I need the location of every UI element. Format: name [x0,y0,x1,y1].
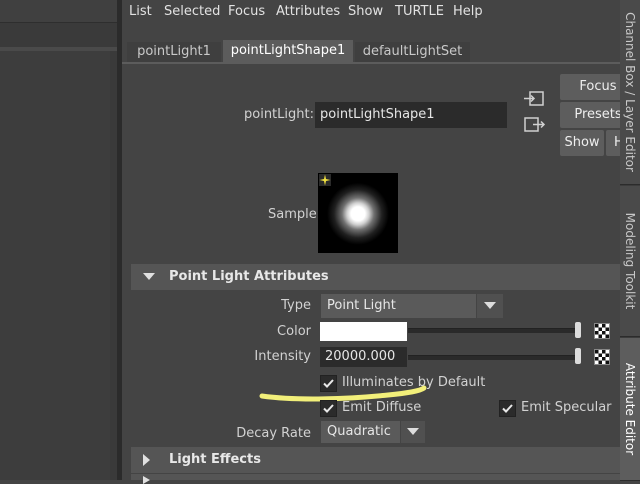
node-type-label: pointLight: [244,107,314,122]
intensity-field[interactable]: 20000.000 [320,347,407,367]
menu-selected[interactable]: Selected [164,4,220,19]
color-slider-handle[interactable] [575,322,581,338]
illuminates-by-default-checkbox[interactable] [320,375,337,392]
node-name-field[interactable]: pointLightShape1 [315,102,507,128]
tab-underline [122,62,620,64]
menu-show[interactable]: Show [348,4,383,19]
tab-modeling-toolkit-label: Modeling Toolkit [623,212,637,310]
viewport-pane[interactable] [0,51,110,480]
intensity-map-button-icon[interactable] [594,349,610,365]
section-title: Light Effects [169,452,261,467]
load-attributes-icon[interactable] [522,90,546,108]
type-label: Type [281,298,311,313]
type-dropdown[interactable]: Point Light [321,294,503,318]
chevron-down-icon [476,294,503,318]
emit-specular-checkbox[interactable] [499,400,516,417]
menu-list[interactable]: List [129,4,152,19]
section-light-effects[interactable]: Light Effects [131,447,620,473]
viewport-toolbar [0,0,117,23]
color-label: Color [277,324,311,339]
intensity-slider-track[interactable] [408,355,580,360]
color-slider-track[interactable] [408,328,580,333]
tab-defaultlightset[interactable]: defaultLightSet [355,42,470,62]
show-button[interactable]: Show [560,130,604,156]
collapse-triangle-icon [143,273,155,280]
tab-channel-box-label: Channel Box / Layer Editor [623,12,637,172]
sample-update-icon[interactable] [319,174,331,186]
color-map-button-icon[interactable] [594,323,610,339]
tab-pointlightshape1[interactable]: pointLightShape1 [223,40,353,62]
tab-attribute-editor-label: Attribute Editor [623,362,637,456]
decay-rate-label: Decay Rate [236,426,311,441]
intensity-slider-handle[interactable] [575,348,581,364]
menu-help[interactable]: Help [453,4,483,19]
copy-tab-icon[interactable] [522,116,546,134]
sample-label: Sample [268,207,317,222]
menu-attributes[interactable]: Attributes [276,4,340,19]
tab-pointlight1[interactable]: pointLight1 [127,42,221,62]
decay-rate-value: Quadratic [327,424,391,439]
type-dropdown-value: Point Light [327,298,396,313]
menubar: List Selected Focus Attributes Show TURT… [122,0,620,24]
color-swatch[interactable] [320,322,407,341]
emit-diffuse-label: Emit Diffuse [342,400,422,415]
decay-rate-dropdown[interactable]: Quadratic [321,421,425,443]
intensity-label: Intensity [254,349,311,364]
emit-specular-label: Emit Specular [521,400,612,415]
section-point-light-attributes[interactable]: Point Light Attributes [131,264,620,290]
tab-channel-box-layer-editor[interactable]: Channel Box / Layer Editor [620,0,640,185]
section-next-header[interactable] [131,474,620,484]
chevron-down-icon [400,421,425,443]
expand-triangle-icon [143,476,150,484]
tab-attribute-editor[interactable]: Attribute Editor [620,338,640,481]
expand-triangle-icon [143,454,150,466]
menu-turtle[interactable]: TURTLE [395,4,444,19]
emit-diffuse-checkbox[interactable] [320,400,337,417]
panel-splitter[interactable] [117,0,122,480]
menu-focus[interactable]: Focus [228,4,265,19]
illuminates-by-default-label: Illuminates by Default [342,375,486,390]
section-title: Point Light Attributes [169,269,329,284]
tab-modeling-toolkit[interactable]: Modeling Toolkit [620,186,640,337]
viewport-panel [0,0,117,480]
